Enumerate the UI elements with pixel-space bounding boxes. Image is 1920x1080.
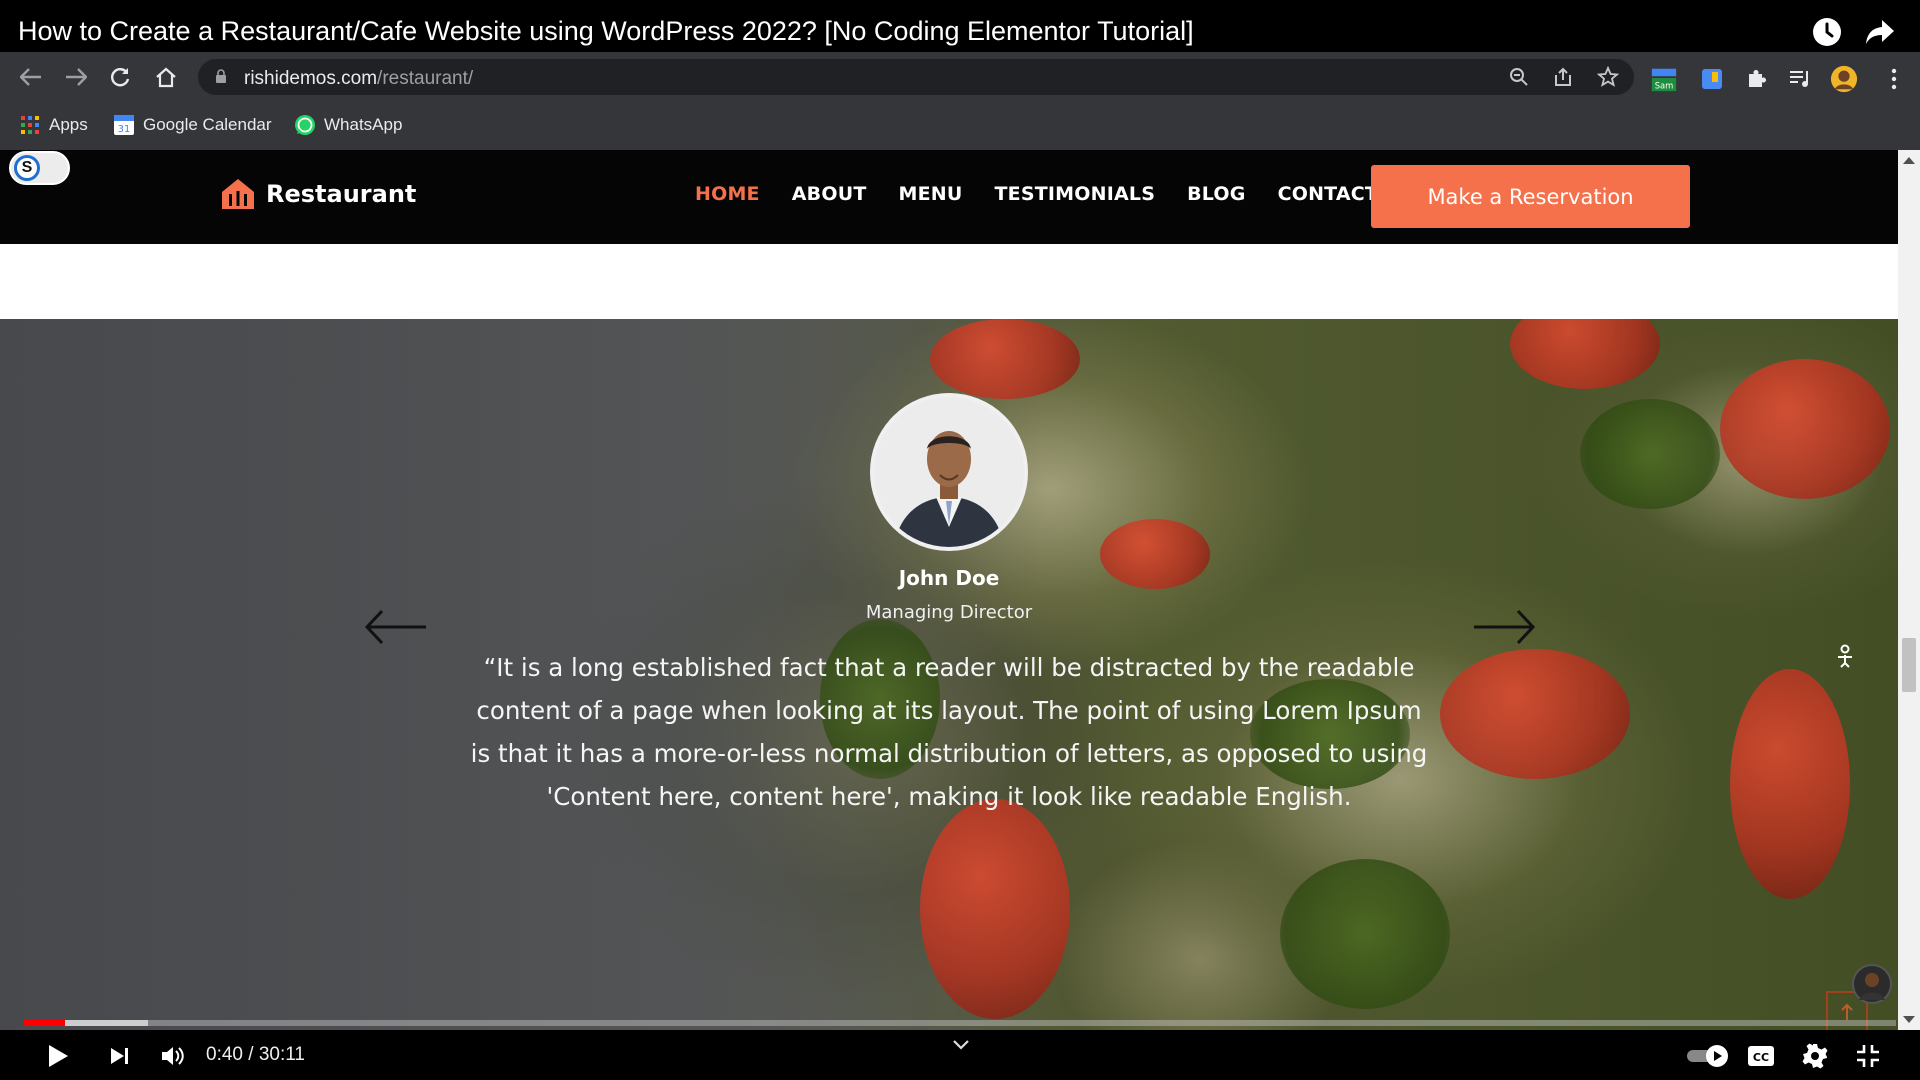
site-header: Restaurant HOME ABOUT MENU TESTIMONIALS … — [0, 150, 1898, 244]
svg-text:31: 31 — [118, 124, 131, 135]
browser-chrome: rishidemos.com/restaurant/ Sam Apps 31 G… — [0, 52, 1920, 150]
extension-sam-icon[interactable]: Sam — [1650, 65, 1678, 93]
extension-blue-icon[interactable] — [1698, 65, 1726, 93]
scroll-up-icon[interactable] — [1903, 157, 1915, 164]
testimonial-section: John Doe Managing Director “It is a long… — [0, 319, 1898, 1030]
lock-icon[interactable] — [216, 69, 226, 83]
calendar-icon: 31 — [113, 114, 135, 136]
page-scrollbar[interactable] — [1898, 150, 1920, 1030]
menu-item-blog[interactable]: BLOG — [1187, 183, 1245, 205]
tomato-decoration — [1720, 359, 1890, 499]
video-progress-bar[interactable] — [24, 1020, 1896, 1026]
testimonial-name: John Doe — [898, 566, 1000, 590]
captions-icon[interactable]: CC — [1743, 1038, 1779, 1074]
extension-badge: Sam — [1655, 80, 1674, 90]
bookmark-label: WhatsApp — [324, 115, 403, 134]
exit-fullscreen-icon[interactable] — [1850, 1038, 1886, 1074]
forward-arrow-icon[interactable] — [60, 61, 92, 93]
herb-decoration — [1280, 859, 1450, 1009]
scroll-down-icon[interactable] — [1903, 1016, 1915, 1023]
bookmark-label: Google Calendar — [143, 115, 272, 134]
bookmark-label: Apps — [49, 115, 88, 134]
arrow-up-icon — [1841, 1003, 1853, 1020]
player-controls: 0:40 / 30:11 CC — [0, 1030, 1920, 1080]
browser-menu-icon[interactable] — [1880, 65, 1908, 93]
testimonial-avatar — [870, 393, 1028, 551]
browser-toolbar: rishidemos.com/restaurant/ Sam — [0, 52, 1920, 102]
menu-item-contact[interactable]: CONTACT — [1278, 183, 1379, 205]
time-total: 30:11 — [258, 1044, 305, 1065]
zoom-icon[interactable] — [1506, 65, 1532, 89]
time-display: 0:40 / 30:11 — [206, 1044, 305, 1066]
toggle-knob: S — [14, 155, 40, 181]
carousel-next-arrow-icon[interactable] — [1472, 607, 1536, 647]
menu-item-home[interactable]: HOME — [695, 183, 760, 205]
menu-item-menu[interactable]: MENU — [898, 183, 962, 205]
menu-item-about[interactable]: ABOUT — [792, 183, 867, 205]
testimonial-quote: “It is a long established fact that a re… — [470, 653, 1428, 811]
url-host: rishidemos.com — [244, 68, 378, 89]
accessibility-person-icon[interactable] — [1834, 643, 1856, 669]
settings-gear-icon[interactable] — [1797, 1038, 1833, 1074]
website-viewport: Restaurant HOME ABOUT MENU TESTIMONIALS … — [0, 150, 1898, 1030]
volume-icon[interactable] — [155, 1038, 191, 1074]
back-arrow-icon[interactable] — [15, 61, 47, 93]
time-separator: / — [242, 1044, 259, 1065]
home-icon[interactable] — [150, 61, 182, 93]
make-reservation-button[interactable]: Make a Reservation — [1371, 165, 1690, 228]
herb-decoration — [1580, 399, 1720, 509]
bookmark-apps[interactable]: Apps — [19, 113, 88, 137]
media-control-icon[interactable] — [1786, 65, 1814, 93]
tomato-decoration — [920, 799, 1070, 1019]
apps-grid-icon — [19, 114, 41, 136]
scrollbar-thumb[interactable] — [1902, 638, 1916, 692]
reload-icon[interactable] — [104, 61, 136, 93]
extensions-puzzle-icon[interactable] — [1742, 65, 1770, 93]
video-title-bar: How to Create a Restaurant/Cafe Website … — [0, 0, 1920, 52]
menu-item-testimonials[interactable]: TESTIMONIALS — [995, 183, 1156, 205]
chevron-down-icon[interactable] — [950, 1036, 972, 1054]
svg-text:CC: CC — [1753, 1051, 1769, 1064]
url-path: /restaurant/ — [377, 68, 474, 89]
video-title[interactable]: How to Create a Restaurant/Cafe Website … — [18, 16, 1194, 47]
address-bar[interactable]: rishidemos.com/restaurant/ — [198, 59, 1634, 95]
whatsapp-icon — [294, 114, 316, 136]
bookmark-whatsapp[interactable]: WhatsApp — [294, 113, 402, 137]
url-text[interactable]: rishidemos.com/restaurant/ — [244, 68, 473, 90]
progress-played — [24, 1020, 66, 1026]
extension-toggle[interactable]: S — [9, 151, 70, 185]
restaurant-logo-icon — [222, 179, 254, 209]
next-video-icon[interactable] — [102, 1038, 138, 1074]
webcam-overlay-avatar — [1852, 964, 1892, 1004]
tomato-decoration — [1730, 669, 1850, 899]
bookmark-google-calendar[interactable]: 31 Google Calendar — [113, 113, 272, 137]
carousel-prev-arrow-icon[interactable] — [364, 607, 428, 647]
play-icon[interactable] — [40, 1038, 76, 1074]
main-menu: HOME ABOUT MENU TESTIMONIALS BLOG CONTAC… — [695, 183, 1378, 205]
autoplay-toggle[interactable] — [1683, 1038, 1733, 1074]
testimonial-role: Managing Director — [865, 602, 1033, 623]
watch-later-icon[interactable] — [1809, 14, 1845, 50]
time-current: 0:40 — [206, 1044, 243, 1065]
share-icon[interactable] — [1862, 14, 1898, 50]
bookmarks-bar: Apps 31 Google Calendar WhatsApp — [0, 102, 1920, 146]
tomato-decoration — [930, 319, 1080, 399]
tomato-decoration — [1510, 319, 1660, 389]
logo-text: Restaurant — [266, 180, 417, 208]
site-logo[interactable]: Restaurant — [218, 176, 416, 212]
profile-avatar[interactable] — [1830, 65, 1858, 93]
tomato-decoration — [1440, 649, 1630, 779]
bookmark-star-icon[interactable] — [1595, 65, 1621, 89]
share-page-icon[interactable] — [1550, 65, 1576, 89]
